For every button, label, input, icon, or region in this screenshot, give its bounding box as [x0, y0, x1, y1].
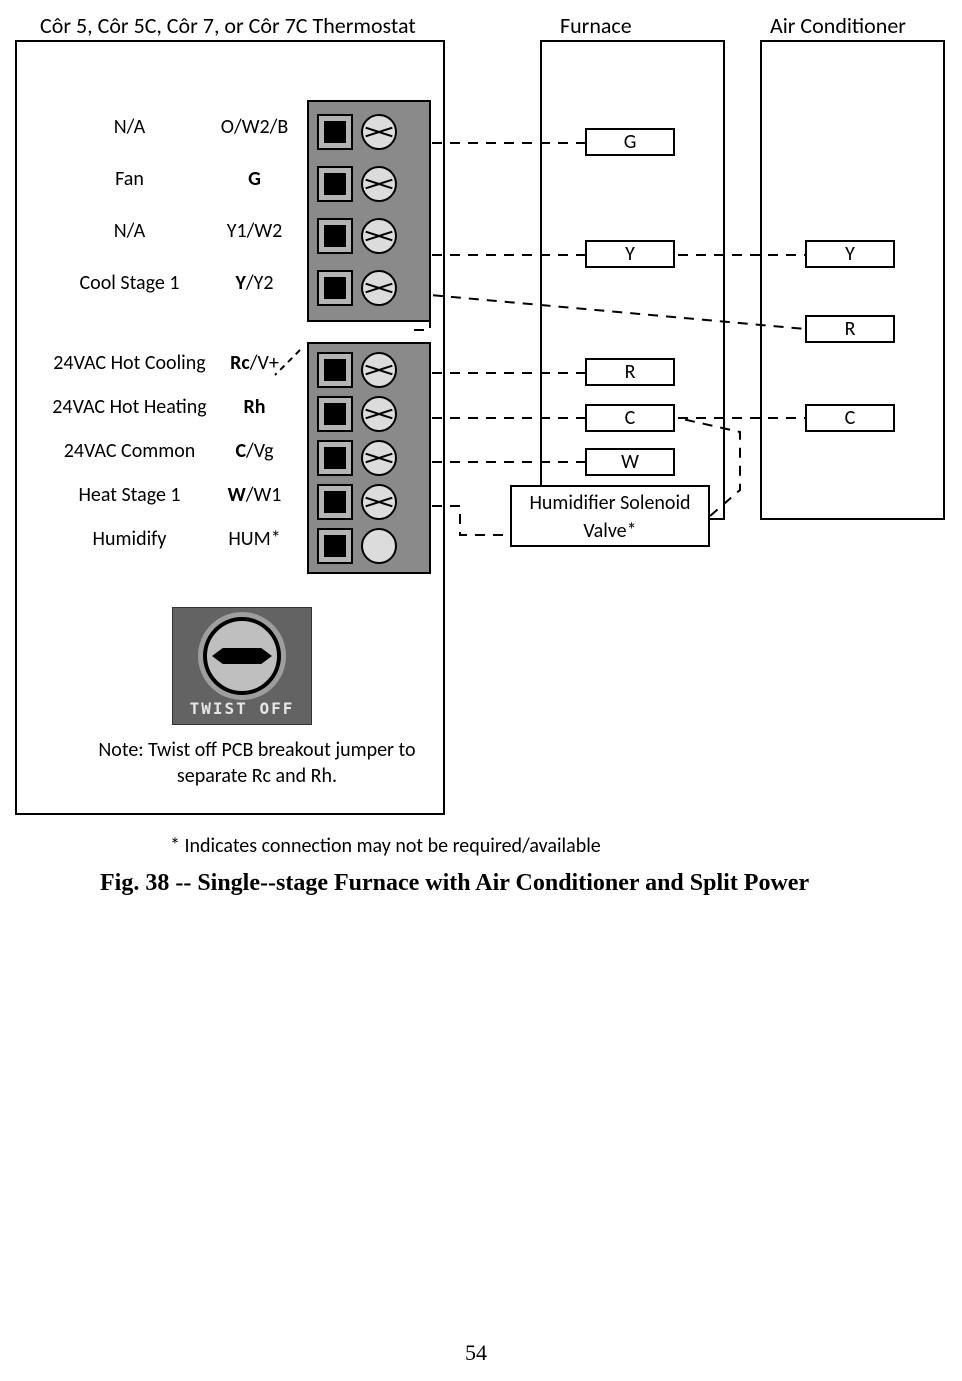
twist-label: TWIST OFF — [190, 699, 295, 718]
twist-off-graphic: TWIST OFF — [172, 607, 312, 725]
terminal-desc: 24VAC Common — [47, 439, 212, 463]
humidifier-box: Humidifier Solenoid Valve* — [510, 485, 710, 547]
terminal-block-upper — [307, 100, 431, 322]
terminal-desc: Cool Stage 1 — [47, 271, 212, 295]
terminal-label: G — [212, 167, 297, 191]
terminal-row: 24VAC Hot CoolingRc/V+ — [47, 348, 307, 378]
page-number: 54 — [465, 1340, 487, 1366]
figure-caption: Fig. 38 -- Single--stage Furnace with Ai… — [100, 870, 809, 897]
terminal-desc: N/A — [47, 115, 212, 139]
terminal-row: Cool Stage 1Y/Y2 — [47, 268, 307, 298]
terminal-row: 24VAC Hot HeatingRh — [47, 392, 307, 422]
terminal-label: W/W1 — [212, 483, 297, 507]
terminal-desc: 24VAC Hot Cooling — [47, 351, 212, 375]
terminal-desc: 24VAC Hot Heating — [47, 395, 212, 419]
terminal-row: N/AO/W2/B — [47, 112, 307, 142]
terminal-label: Y/Y2 — [212, 271, 297, 295]
terminal-desc: Humidify — [47, 527, 212, 551]
page: Côr 5, Côr 5C, Côr 7, or Côr 7C Thermost… — [0, 0, 962, 1381]
terminal-desc: Fan — [47, 167, 212, 191]
furnace-terminal-w: W — [585, 448, 675, 476]
header-thermostat: Côr 5, Côr 5C, Côr 7, or Côr 7C Thermost… — [40, 12, 416, 39]
terminal-desc: N/A — [47, 219, 212, 243]
terminal-row: FanG — [47, 164, 307, 194]
terminal-label: HUM* — [212, 527, 297, 551]
ac-terminal-r: R — [805, 315, 895, 343]
header-airconditioner: Air Conditioner — [770, 12, 906, 39]
terminal-label: C/Vg — [212, 439, 297, 463]
terminal-row: 24VAC CommonC/Vg — [47, 436, 307, 466]
terminal-block-lower — [307, 342, 431, 574]
furnace-terminal-g: G — [585, 128, 675, 156]
terminal-label: O/W2/B — [212, 115, 297, 139]
ac-terminal-y: Y — [805, 240, 895, 268]
terminal-row: N/AY1/W2 — [47, 216, 307, 246]
footnote: * Indicates connection may not be requir… — [170, 834, 601, 858]
thermostat-box: N/AO/W2/BFanGN/AY1/W2Cool Stage 1Y/Y2 24… — [15, 40, 445, 815]
terminal-row: Heat Stage 1W/W1 — [47, 480, 307, 510]
furnace-terminal-c: C — [585, 404, 675, 432]
ac-terminal-c: C — [805, 404, 895, 432]
humidifier-label: Humidifier Solenoid Valve* — [529, 491, 690, 543]
terminal-label: Rh — [212, 395, 297, 419]
header-furnace: Furnace — [560, 12, 632, 39]
furnace-terminal-y: Y — [585, 240, 675, 268]
ac-box — [760, 40, 945, 520]
terminal-label: Y1/W2 — [212, 219, 297, 243]
twist-icon — [203, 617, 281, 695]
terminal-desc: Heat Stage 1 — [47, 483, 212, 507]
furnace-terminal-r: R — [585, 358, 675, 386]
terminal-row: HumidifyHUM* — [47, 524, 307, 554]
terminal-label: Rc/V+ — [212, 351, 297, 375]
twist-note: Note: Twist off PCB breakout jumper to s… — [72, 737, 442, 789]
